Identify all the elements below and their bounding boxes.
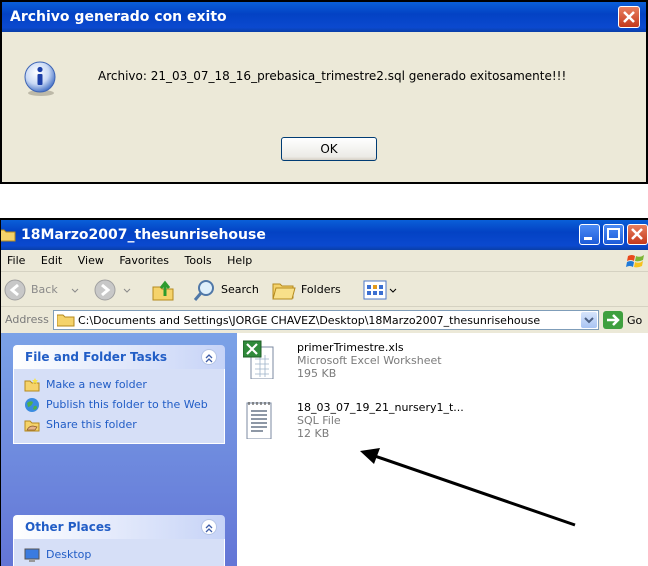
back-label: Back <box>31 283 58 296</box>
window-title: 18Marzo2007_thesunrisehouse <box>21 227 266 243</box>
share-folder-icon <box>24 420 40 432</box>
menu-file[interactable]: File <box>1 250 31 267</box>
back-dropdown[interactable] <box>71 278 87 302</box>
file-folder-tasks-header[interactable]: File and Folder Tasks <box>13 345 225 369</box>
menu-edit[interactable]: Edit <box>35 250 68 267</box>
file-folder-tasks-body: Make a new folder Publish this folder to… <box>13 369 225 444</box>
up-folder-button[interactable] <box>151 278 181 302</box>
go-arrow-icon <box>603 311 623 329</box>
annotation-arrow <box>360 448 576 527</box>
other-places-header[interactable]: Other Places <box>13 515 225 539</box>
views-button[interactable] <box>363 278 399 302</box>
dialog-close-button[interactable] <box>618 6 640 28</box>
place-label: Desktop <box>46 548 92 561</box>
panel-title: Other Places <box>25 520 112 534</box>
address-bar: Address C:\Documents and Settings\JORGE … <box>1 308 648 332</box>
file-list: primerTrimestre.xls Microsoft Excel Work… <box>237 333 648 566</box>
other-places-body: Desktop <box>13 539 225 566</box>
chevron-up-icon <box>205 524 213 533</box>
menu-view[interactable]: View <box>72 250 110 267</box>
folder-icon <box>1 229 16 242</box>
info-icon <box>22 60 58 96</box>
folders-button[interactable]: Folders <box>271 278 347 302</box>
search-label: Search <box>221 283 259 296</box>
maximize-button[interactable] <box>603 224 624 245</box>
maximize-icon <box>607 228 620 240</box>
close-icon <box>623 11 635 23</box>
menu-favorites[interactable]: Favorites <box>113 250 175 267</box>
windows-logo-icon <box>626 255 644 268</box>
file-folder-tasks-panel: File and Folder Tasks Make a new folder … <box>13 345 225 444</box>
folders-icon <box>272 283 296 300</box>
message-dialog: Archivo generado con exito Archivo: 21_0… <box>0 0 648 184</box>
chevron-up-icon <box>205 354 213 363</box>
search-icon <box>193 280 214 301</box>
close-icon <box>631 228 643 240</box>
menu-bar: File Edit View Favorites Tools Help <box>1 250 648 272</box>
chevron-down-icon <box>584 317 594 324</box>
chevron-down-icon <box>71 288 79 293</box>
task-label: Share this folder <box>46 418 137 431</box>
panel-title: File and Folder Tasks <box>25 350 168 364</box>
dialog-title-bar[interactable]: Archivo generado con exito <box>2 2 646 32</box>
task-label: Publish this folder to the Web <box>46 398 208 411</box>
forward-arrow-icon <box>94 279 116 301</box>
window-close-button[interactable] <box>627 224 648 245</box>
explorer-title-bar[interactable]: 18Marzo2007_thesunrisehouse <box>1 220 648 250</box>
desktop-icon <box>24 548 40 562</box>
folders-label: Folders <box>301 283 341 296</box>
address-input[interactable]: C:\Documents and Settings\JORGE CHAVEZ\D… <box>53 310 599 330</box>
go-button[interactable]: Go <box>603 310 647 330</box>
address-dropdown-button[interactable] <box>581 312 597 328</box>
forward-dropdown[interactable] <box>123 278 135 302</box>
minimize-button[interactable] <box>579 224 600 245</box>
ok-button[interactable]: OK <box>281 137 377 161</box>
back-arrow-icon <box>4 279 26 301</box>
task-pane: File and Folder Tasks Make a new folder … <box>1 333 237 566</box>
views-icon <box>363 280 397 300</box>
back-button[interactable]: Back <box>3 278 65 302</box>
task-publish-folder[interactable]: Publish this folder to the Web <box>14 395 224 415</box>
new-folder-icon <box>24 378 40 392</box>
go-label: Go <box>627 314 643 327</box>
explorer-window: 18Marzo2007_thesunrisehouse File Edit Vi… <box>0 218 648 566</box>
task-make-new-folder[interactable]: Make a new folder <box>14 375 224 395</box>
menu-help[interactable]: Help <box>221 250 258 267</box>
collapse-button[interactable] <box>201 349 217 365</box>
minimize-icon <box>584 237 592 240</box>
address-path: C:\Documents and Settings\JORGE CHAVEZ\D… <box>78 314 541 327</box>
forward-button[interactable] <box>93 278 119 302</box>
search-button[interactable]: Search <box>193 278 265 302</box>
dialog-message: Archivo: 21_03_07_18_16_prebasica_trimes… <box>98 69 567 83</box>
task-label: Make a new folder <box>46 378 147 391</box>
collapse-button[interactable] <box>201 519 217 535</box>
dialog-title: Archivo generado con exito <box>10 9 227 25</box>
address-label: Address <box>5 313 49 326</box>
other-places-panel: Other Places Desktop <box>13 515 225 566</box>
publish-web-icon <box>25 398 39 412</box>
folder-icon <box>57 314 75 327</box>
chevron-down-icon <box>123 288 131 293</box>
task-share-folder[interactable]: Share this folder <box>14 415 224 435</box>
toolbar: Back Search Folders <box>1 273 648 307</box>
place-desktop[interactable]: Desktop <box>14 545 224 565</box>
menu-tools[interactable]: Tools <box>179 250 218 267</box>
up-folder-icon <box>152 280 174 301</box>
